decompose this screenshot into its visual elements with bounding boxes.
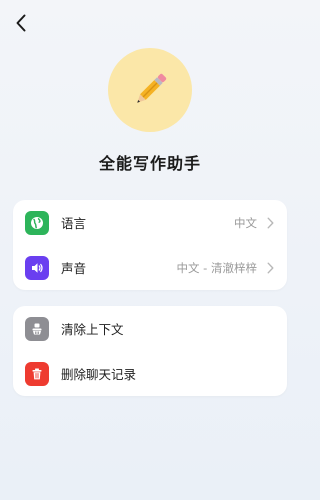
voice-row[interactable]: 声音 中文 - 清澈梓梓	[13, 245, 287, 290]
language-value: 中文	[234, 215, 257, 230]
chevron-left-icon	[16, 14, 26, 32]
pencil-icon	[137, 73, 167, 103]
back-button[interactable]	[10, 12, 32, 34]
voice-icon-box	[25, 255, 49, 280]
language-label: 语言	[61, 216, 87, 231]
avatar	[108, 48, 192, 132]
delete-history-label: 删除聊天记录	[61, 367, 137, 382]
clear-context-label: 清除上下文	[61, 322, 124, 337]
language-row[interactable]: 语言 中文	[13, 200, 287, 245]
delete-history-icon-box	[25, 361, 49, 386]
settings-card: 语言 中文 声音 中文 - 清澈梓梓	[13, 200, 287, 290]
voice-value: 中文 - 清澈梓梓	[176, 260, 257, 275]
page-title: 全能写作助手	[98, 154, 201, 173]
actions-card: 清除上下文 删除聊天记录	[13, 306, 287, 396]
speaker-icon	[32, 262, 43, 273]
clear-context-icon	[32, 323, 42, 334]
trash-icon	[32, 368, 42, 379]
voice-label: 声音	[61, 261, 87, 276]
delete-history-row[interactable]: 删除聊天记录	[13, 351, 287, 396]
clear-context-row[interactable]: 清除上下文	[13, 306, 287, 351]
language-icon-box	[25, 210, 49, 235]
chevron-right-icon	[265, 216, 275, 230]
chevron-right-icon	[265, 261, 275, 275]
clear-context-icon-box	[25, 316, 49, 341]
globe-icon	[31, 216, 43, 229]
